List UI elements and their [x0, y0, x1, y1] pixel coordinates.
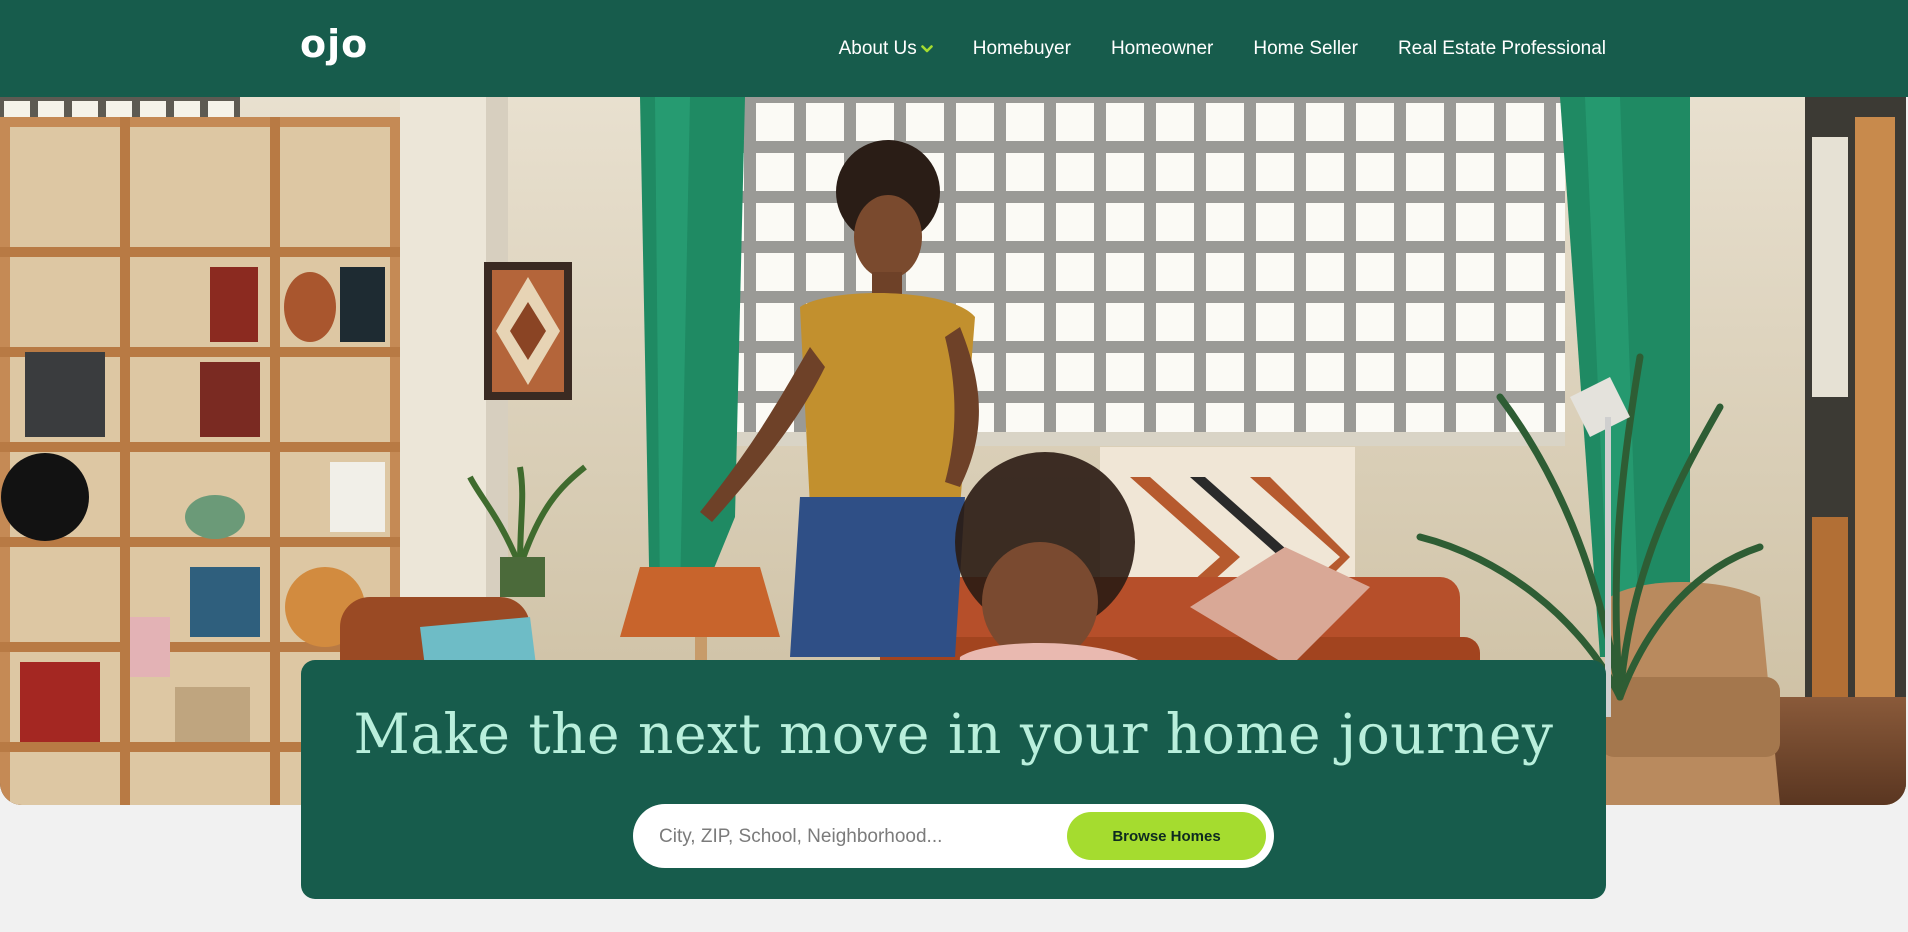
main-nav: About Us Homebuyer Homeowner Home Seller… — [839, 0, 1606, 97]
search-bar: Browse Homes — [633, 804, 1274, 868]
nav-homebuyer[interactable]: Homebuyer — [973, 38, 1071, 60]
chevron-down-icon — [920, 44, 933, 52]
nav-real-estate-professional[interactable]: Real Estate Professional — [1398, 38, 1606, 60]
nav-home-seller[interactable]: Home Seller — [1253, 38, 1358, 60]
search-card: Make the next move in your home journey … — [301, 660, 1606, 899]
browse-homes-button[interactable]: Browse Homes — [1067, 812, 1266, 860]
hero-title: Make the next move in your home journey — [353, 702, 1554, 766]
location-search-input[interactable] — [657, 816, 1061, 858]
nav-homeowner[interactable]: Homeowner — [1111, 38, 1213, 60]
nav-about-us[interactable]: About Us — [839, 38, 933, 60]
nav-about-us-label: About Us — [838, 37, 917, 59]
ojo-logo[interactable]: ojo — [300, 25, 368, 63]
site-header: ojo About Us Homebuyer Homeowner Home Se… — [0, 0, 1908, 97]
